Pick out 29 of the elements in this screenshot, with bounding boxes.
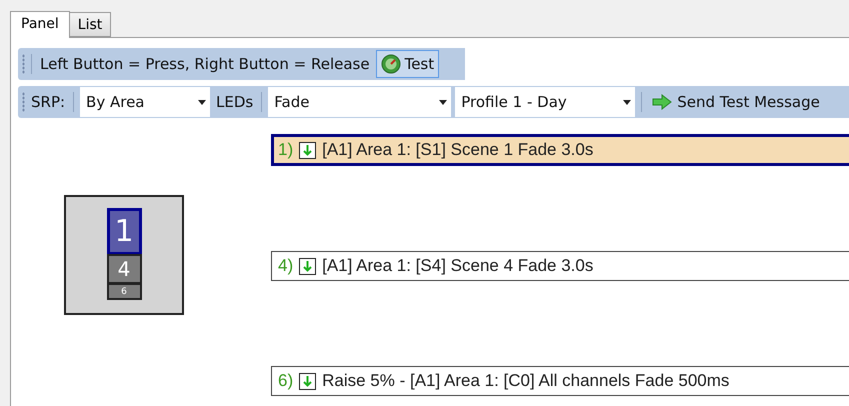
- caret-icon: [439, 100, 448, 104]
- profile-dropdown[interactable]: Profile 1 - Day: [455, 87, 636, 117]
- keypad-key[interactable]: 4: [106, 254, 142, 284]
- keypad-key[interactable]: 1: [106, 208, 142, 255]
- srp-dropdown[interactable]: By Area: [80, 87, 210, 117]
- tab[interactable]: Panel: [10, 11, 70, 38]
- action-text: [A1] Area 1: [S4] Scene 4 Fade 3.0s: [322, 256, 594, 276]
- action-number: 1): [278, 140, 294, 160]
- gauge-icon: [380, 54, 401, 74]
- action-number: 6): [278, 371, 294, 391]
- action-text: [A1] Area 1: [S1] Scene 1 Fade 3.0s: [322, 140, 594, 160]
- action-row[interactable]: 4) [A1] Area 1: [S4] Scene 4 Fade 3.0s: [271, 251, 849, 281]
- test-button[interactable]: Test: [376, 50, 440, 78]
- action-row[interactable]: 6) Raise 5% - [A1] Area 1: [C0] All channels Fade 500ms: [271, 366, 849, 396]
- toolbar-grip[interactable]: [22, 92, 25, 112]
- leds-dropdown[interactable]: Fade: [268, 87, 452, 117]
- arrow-right-icon: [652, 94, 672, 110]
- send-test-message-button[interactable]: Send Test Message: [648, 93, 824, 111]
- toolbar-label: Left Button = Press, Right Button = Release: [39, 55, 371, 73]
- tab[interactable]: List: [68, 12, 112, 37]
- action-row[interactable]: 1) [A1] Area 1: [S1] Scene 1 Fade 3.0s: [271, 134, 849, 166]
- action-number: 4): [278, 256, 294, 276]
- toolbar-grip[interactable]: [22, 54, 25, 74]
- keypad-key[interactable]: 6: [106, 283, 142, 300]
- leds-label: LEDs: [215, 93, 254, 111]
- srp-label: SRP:: [30, 93, 66, 111]
- caret-icon: [198, 100, 206, 104]
- action-text: Raise 5% - [A1] Area 1: [C0] All channels Fade 500ms: [322, 371, 730, 391]
- caret-icon: [623, 100, 632, 104]
